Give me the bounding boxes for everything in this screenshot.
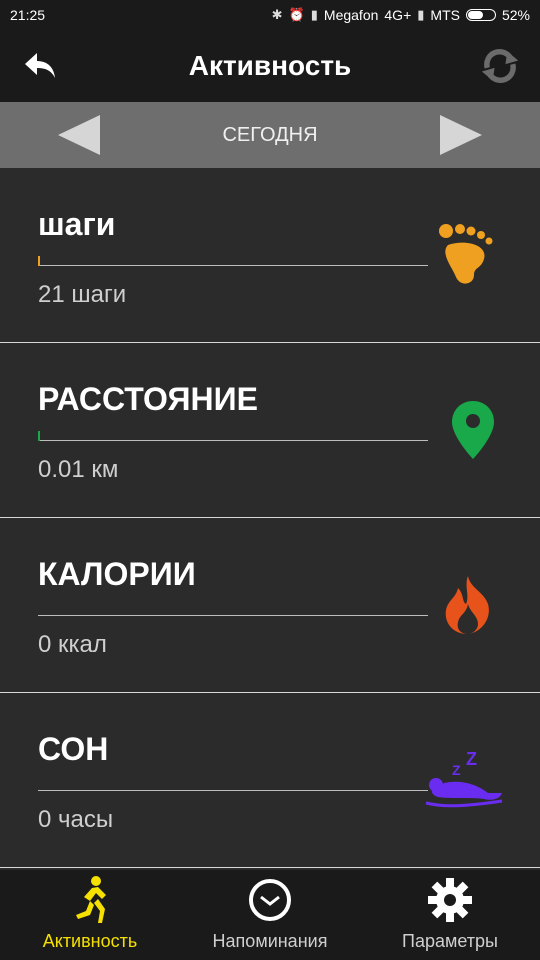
sleep-progress-track: [38, 790, 428, 791]
calories-progress-track: [38, 615, 428, 616]
battery-percent: 52%: [501, 7, 530, 23]
distance-progress-track: [38, 440, 428, 441]
back-button[interactable]: [20, 46, 60, 86]
sleep-title: СОН: [38, 731, 109, 767]
svg-text:Z: Z: [466, 749, 477, 769]
steps-progress-marker: [38, 256, 40, 266]
calories-card[interactable]: КАЛОРИИ 0 ккал: [0, 518, 540, 693]
battery-icon: [465, 9, 496, 21]
svg-text:Z: Z: [452, 762, 461, 778]
distance-title: РАССТОЯНИЕ: [38, 381, 258, 417]
steps-card[interactable]: шаги 21 шаги: [0, 168, 540, 343]
signal-icon-2: ▮: [417, 7, 425, 22]
calories-title: КАЛОРИИ: [38, 556, 196, 592]
page-title: Активность: [188, 50, 352, 81]
gear-icon: [428, 878, 472, 922]
bluetooth-icon: ✱: [271, 7, 283, 22]
status-bar: 21:25 ✱ ⏰ ▮ Megafon 4G+ ▮ MTS 52%: [0, 0, 540, 30]
nav-settings-label: Параметры: [402, 931, 498, 951]
steps-progress-track: [38, 265, 428, 266]
bottom-navigation: Активность Напоминания Параметры: [0, 870, 540, 960]
steps-value: 21 шаги: [38, 281, 127, 308]
sleep-card[interactable]: СОН 0 часы Z Z: [0, 693, 540, 868]
nav-reminders-label: Напоминания: [212, 931, 328, 951]
network-type: 4G+: [384, 7, 412, 23]
distance-progress-marker: [38, 431, 40, 441]
nav-reminders[interactable]: Напоминания: [180, 870, 360, 960]
carrier-2: MTS: [430, 7, 460, 23]
signal-icon: ▮: [310, 7, 318, 22]
runner-icon: [76, 876, 106, 923]
alarm-icon: ⏰: [288, 7, 305, 22]
nav-activity-label: Активность: [42, 931, 138, 951]
distance-card[interactable]: РАССТОЯНИЕ 0.01 км: [0, 343, 540, 518]
sleep-value: 0 часы: [38, 806, 114, 833]
footprint-icon: [439, 224, 493, 284]
app-header: Активность: [0, 30, 540, 102]
location-pin-icon: [452, 401, 494, 459]
flame-icon: [445, 576, 489, 634]
back-arrow-icon: [25, 53, 55, 78]
status-right: ✱ ⏰ ▮ Megafon 4G+ ▮ MTS 52%: [272, 7, 530, 23]
nav-activity[interactable]: Активность: [0, 870, 180, 960]
status-time: 21:25: [10, 7, 46, 23]
clock-icon: [249, 879, 291, 921]
steps-title: шаги: [38, 206, 116, 242]
sync-icon: [481, 49, 519, 83]
sleeping-person-icon: Z Z: [425, 749, 503, 808]
date-label: СЕГОДНЯ: [222, 123, 318, 146]
prev-day-button[interactable]: [58, 115, 100, 155]
next-day-button[interactable]: [439, 115, 482, 155]
distance-value: 0.01 км: [38, 456, 119, 483]
carrier-1: Megafon: [323, 7, 379, 23]
nav-settings[interactable]: Параметры: [360, 870, 540, 960]
calories-value: 0 ккал: [38, 631, 107, 658]
date-navigator: СЕГОДНЯ: [0, 102, 540, 168]
sync-button[interactable]: [480, 46, 520, 86]
